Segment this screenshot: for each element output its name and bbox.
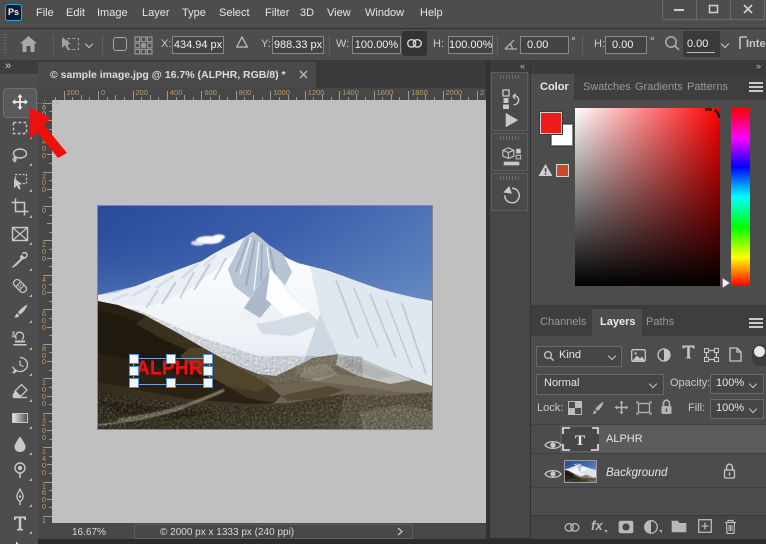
svg-text:T: T: [575, 433, 585, 449]
